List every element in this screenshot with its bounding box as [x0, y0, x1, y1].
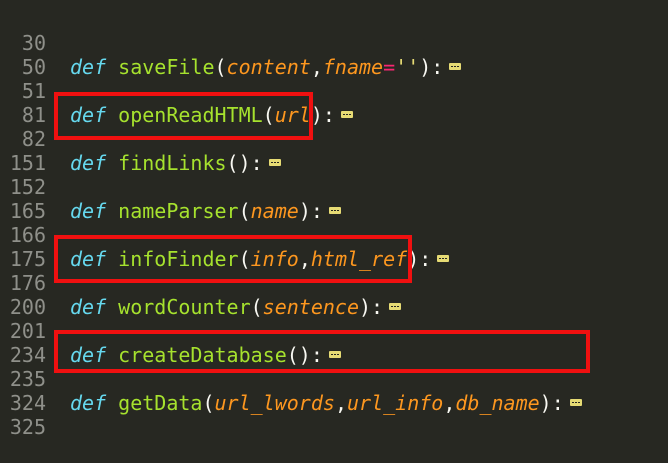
highlight-box-getdata [54, 330, 590, 373]
code-line[interactable]: 325 [0, 391, 668, 439]
highlight-box-wordcounter [54, 235, 412, 283]
code-line[interactable]: 50 [0, 31, 668, 79]
code-line[interactable]: 30 def saveFile(content,fname=''): [0, 7, 668, 79]
code-line[interactable]: 201 def createDatabase(): [0, 295, 668, 367]
code-line[interactable]: 165 [0, 175, 668, 223]
code-line[interactable]: 166 def infoFinder(info,html_ref): [0, 199, 668, 271]
code-editor[interactable]: 30 def saveFile(content,fname=''): 50 51… [0, 0, 668, 439]
highlight-box-findlinks [54, 92, 313, 140]
code-line[interactable]: 51 def openReadHTML(url): [0, 55, 668, 127]
code-line[interactable]: 152 def nameParser(name): [0, 151, 668, 223]
